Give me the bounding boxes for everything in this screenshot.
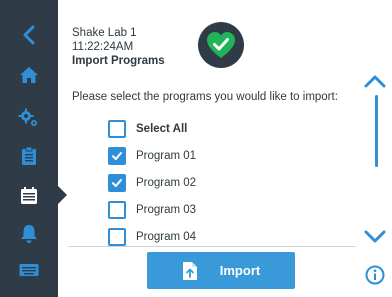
back-chevron-icon [23, 25, 35, 45]
select-all-checkbox[interactable] [108, 119, 126, 138]
back-button[interactable] [0, 15, 58, 55]
info-button[interactable] [365, 265, 385, 290]
program-label: Program 03 [136, 203, 197, 216]
program-checkbox[interactable] [108, 200, 126, 219]
list-item[interactable]: Program 02 [108, 169, 196, 196]
program-label: Program 01 [136, 149, 197, 162]
checkmark-icon [112, 178, 122, 187]
keyboard-icon [19, 264, 39, 276]
sidebar-item-home[interactable] [0, 55, 58, 95]
program-label: Program 02 [136, 176, 197, 189]
sidebar-item-alerts[interactable] [0, 214, 58, 254]
clipboard-icon [22, 146, 36, 165]
sidebar-item-settings[interactable] [0, 98, 58, 138]
program-list: Select All Program 01 Program 02 Program… [108, 115, 196, 250]
sidebar-item-keyboard[interactable] [0, 250, 58, 290]
info-icon [365, 265, 385, 285]
program-checkbox[interactable] [108, 227, 126, 246]
chevron-up-icon [364, 75, 386, 88]
heart-check-icon [207, 32, 235, 58]
chevron-down-icon [364, 230, 386, 243]
app-window: Shake Lab 1 11:22:24AM Import Programs P… [0, 0, 392, 297]
scrollbar[interactable] [375, 95, 378, 167]
programs-icon [21, 187, 37, 204]
list-item[interactable]: Program 01 [108, 142, 196, 169]
scroll-up-button[interactable] [364, 74, 386, 93]
home-icon [20, 67, 38, 83]
program-checkbox[interactable] [108, 146, 126, 165]
device-name: Shake Lab 1 [72, 27, 137, 39]
settings-gears-icon [18, 108, 37, 126]
sidebar [0, 0, 67, 297]
list-item[interactable]: Program 03 [108, 196, 196, 223]
header-info: Shake Lab 1 11:22:24AM Import Programs [72, 26, 165, 68]
sidebar-item-clipboard[interactable] [0, 136, 58, 176]
status-badge [198, 22, 244, 68]
program-checkbox[interactable] [108, 173, 126, 192]
program-label: Program 04 [136, 230, 197, 243]
scroll-down-button[interactable] [364, 230, 386, 249]
file-import-icon [182, 261, 198, 281]
bell-icon [21, 225, 37, 243]
list-divider [68, 246, 356, 247]
import-button[interactable]: Import [147, 252, 295, 289]
page-title: Import Programs [72, 55, 165, 67]
scrollbar-thumb[interactable] [375, 95, 378, 167]
select-all-row[interactable]: Select All [108, 115, 196, 142]
import-button-label: Import [219, 263, 261, 278]
checkmark-icon [112, 151, 122, 160]
instructions-text: Please select the programs you would lik… [72, 91, 338, 103]
active-item-pointer [58, 186, 67, 204]
clock-time: 11:22:24AM [72, 41, 134, 53]
select-all-label: Select All [136, 122, 188, 135]
sidebar-item-programs[interactable] [0, 176, 58, 216]
